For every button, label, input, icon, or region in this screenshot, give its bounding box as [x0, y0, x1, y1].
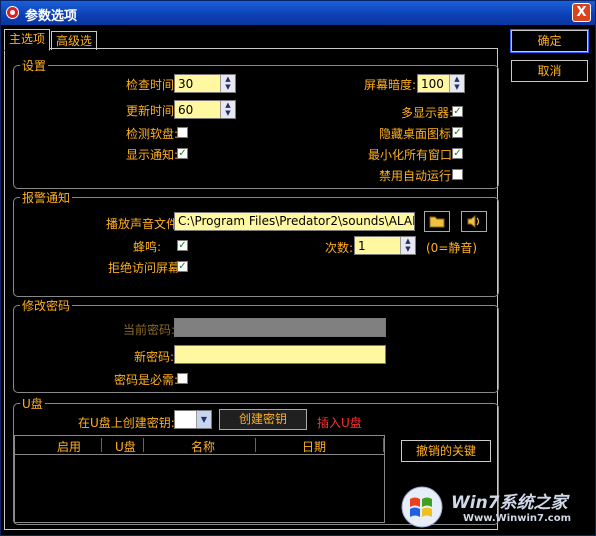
spin-up-icon[interactable]: ▲ [401, 237, 415, 245]
settings-group: 设置 检查时间: 30 ▲ ▼ 更新时间: 60 ▲ ▼ 检测软盘: 显示通知: ✓… [13, 57, 499, 189]
hide-icons-label: 隐藏桌面图标: [379, 127, 456, 141]
chevron-down-icon[interactable]: ▼ [196, 411, 211, 428]
revoke-key-button[interactable]: 撤销的关键 [401, 440, 491, 462]
darkness-value: 100 [421, 77, 444, 91]
update-time-spinner[interactable]: 60 ▲ ▼ [174, 100, 236, 119]
spin-up-icon[interactable]: ▲ [221, 101, 235, 109]
column-header[interactable]: U盘 [115, 438, 136, 455]
folder-icon [429, 216, 445, 228]
usb-drive-select[interactable]: ▼ [174, 410, 212, 429]
darkness-spinner[interactable]: 100 ▲ ▼ [417, 74, 465, 93]
darkness-label: 屏幕暗度: [364, 78, 417, 92]
alarm-group-title: 报警通知 [20, 189, 73, 206]
minimize-label: 最小化所有窗口: [368, 148, 457, 162]
password-group: 修改密码 当前密码: 新密码: 密码是必需: [13, 297, 499, 393]
table-header: 启用 U盘 名称 日期 [15, 436, 384, 455]
new-password-label: 新密码: [134, 350, 175, 364]
column-header[interactable]: 名称 [191, 438, 215, 455]
current-password-field [174, 318, 386, 337]
ok-button[interactable]: 确定 [510, 29, 589, 53]
play-sound-button[interactable] [461, 211, 487, 232]
windows-logo-icon [401, 486, 443, 528]
cancel-button[interactable]: 取消 [511, 60, 588, 82]
detect-floppy-checkbox[interactable] [177, 127, 188, 138]
minimize-checkbox[interactable]: ✓ [452, 148, 463, 159]
deny-access-label: 拒绝访问屏幕 [108, 261, 181, 275]
watermark-url: Www.Winwin7.com [463, 513, 572, 524]
title-bar: 参数选项 X [1, 1, 595, 25]
spin-down-icon[interactable]: ▼ [221, 83, 235, 91]
watermark-brand: Win7系统之家 [451, 493, 568, 513]
update-time-value: 60 [178, 103, 194, 117]
column-header[interactable]: 日期 [302, 438, 326, 455]
beep-label: 蜂鸣: [133, 240, 162, 254]
spin-down-icon[interactable]: ▼ [221, 109, 235, 117]
spin-up-icon[interactable]: ▲ [221, 75, 235, 83]
current-password-label: 当前密码: [123, 323, 176, 337]
close-button[interactable]: X [572, 3, 591, 22]
sound-label: 播放声音文件 [106, 217, 179, 231]
detect-floppy-label: 检测软盘: [126, 127, 179, 141]
count-spinner[interactable]: 1 ▲ ▼ [354, 236, 416, 255]
sound-path-field[interactable]: C:\Program Files\Predator2\sounds\ALARM.… [174, 212, 415, 231]
show-notify-label: 显示通知: [126, 148, 179, 162]
password-required-checkbox[interactable] [177, 373, 188, 384]
deny-access-checkbox[interactable]: ✓ [177, 261, 188, 272]
open-folder-button[interactable] [424, 211, 450, 232]
usb-group-title: U盘 [20, 395, 45, 412]
beep-checkbox[interactable]: ✓ [177, 240, 188, 251]
multi-monitor-checkbox[interactable]: ✓ [452, 106, 463, 117]
password-required-label: 密码是必需: [114, 373, 179, 387]
spin-down-icon[interactable]: ▼ [401, 245, 415, 253]
count-hint: (0=静音) [426, 241, 478, 255]
speaker-icon [467, 215, 480, 228]
count-label: 次数: [325, 241, 354, 255]
column-header[interactable]: 启用 [57, 438, 81, 455]
hide-icons-checkbox[interactable]: ✓ [452, 127, 463, 138]
watermark: Win7系统之家 Www.Winwin7.com [399, 485, 595, 531]
tab-main[interactable]: 主选项 [4, 29, 51, 51]
check-time-label: 检查时间: [126, 78, 179, 92]
settings-group-title: 设置 [20, 57, 49, 74]
check-time-spinner[interactable]: 30 ▲ ▼ [174, 74, 236, 93]
window-title: 参数选项 [25, 9, 78, 24]
new-password-field[interactable] [174, 345, 386, 364]
insert-usb-hint: 插入U盘 [317, 416, 362, 430]
spin-up-icon[interactable]: ▲ [450, 75, 464, 83]
check-time-value: 30 [178, 77, 194, 91]
update-time-label: 更新时间: [126, 104, 179, 118]
create-key-button[interactable]: 创建密钥 [219, 409, 307, 430]
disable-autorun-checkbox[interactable] [452, 169, 463, 180]
alarm-group: 报警通知 播放声音文件 C:\Program Files\Predator2\s… [13, 189, 499, 297]
multi-monitor-label: 多显示器: [401, 106, 454, 120]
app-icon [6, 6, 19, 19]
main-panel: 设置 检查时间: 30 ▲ ▼ 更新时间: 60 ▲ ▼ 检测软盘: 显示通知: ✓… [4, 48, 499, 530]
disable-autorun-label: 禁用自动运行: [379, 169, 456, 183]
options-window: 参数选项 X 主选项 高级选 确定 取消 设置 检查时间: 30 ▲ ▼ 更新时间… [0, 0, 596, 536]
count-value: 1 [358, 239, 366, 253]
show-notify-checkbox[interactable]: ✓ [177, 148, 188, 159]
create-key-label: 在U盘上创建密钥: [78, 416, 175, 430]
spin-down-icon[interactable]: ▼ [450, 83, 464, 91]
usb-key-table: 启用 U盘 名称 日期 [14, 435, 385, 523]
password-group-title: 修改密码 [20, 297, 73, 314]
